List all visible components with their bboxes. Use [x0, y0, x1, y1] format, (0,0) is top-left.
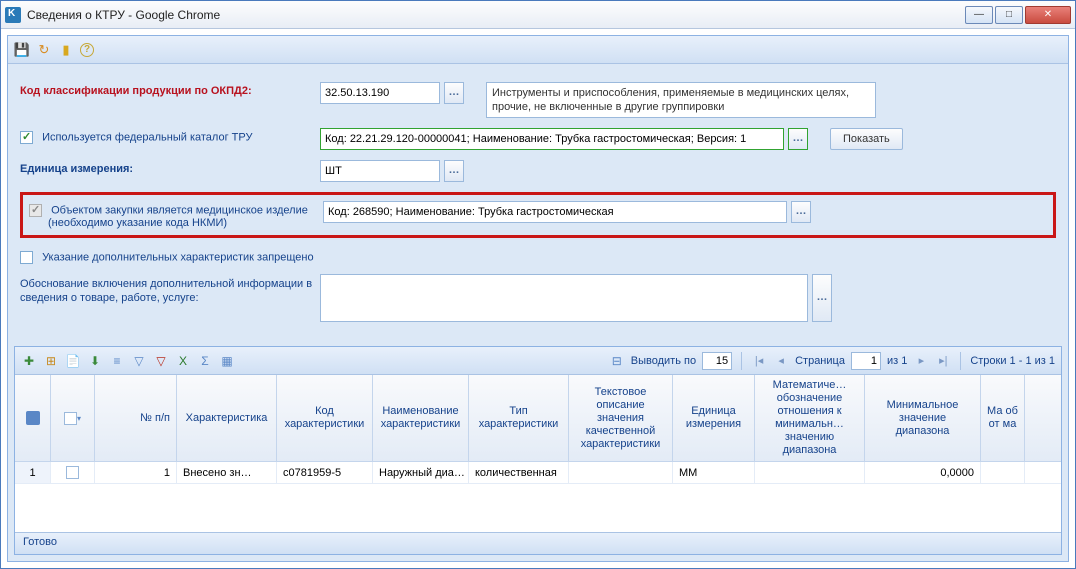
check-extra-forbidden[interactable] [20, 251, 33, 264]
grid-copy-icon[interactable]: 📄 [65, 353, 81, 369]
check-fed-catalog[interactable] [20, 131, 33, 144]
grid-excel-icon[interactable]: X [175, 353, 191, 369]
form-area: Код классификации продукции по ОКПД2: … … [8, 64, 1068, 340]
grid-structure-icon[interactable]: ⊞ [43, 353, 59, 369]
main-panel: 💾 ↻ ▮ ? Код классификации продукции по О… [7, 35, 1069, 562]
pager-of-label: из 1 [887, 355, 907, 367]
cell-char: Внесено зн… [177, 462, 277, 483]
pick-fed-catalog[interactable]: … [788, 128, 808, 150]
col-header-min[interactable]: Минимальное значение диапазона [865, 375, 981, 461]
col-header-max[interactable]: Ма об от ма [981, 375, 1025, 461]
output-per-label: Выводить по [631, 355, 696, 367]
check-medical-device [29, 204, 42, 217]
cell-code: c0781959-5 [277, 462, 373, 483]
grid-body: 1 1 Внесено зн… c0781959-5 Наружный диа…… [15, 462, 1061, 484]
grid-tree-icon[interactable]: ⊟ [609, 353, 625, 369]
pager-page-input[interactable] [851, 352, 881, 370]
label-extra-forbidden: Указание дополнительных характеристик за… [20, 248, 314, 264]
window-title: Сведения о КТРУ - Google Chrome [27, 8, 965, 22]
grid-list-icon[interactable]: ≡ [109, 353, 125, 369]
col-header-char[interactable]: Характеристика [177, 375, 277, 461]
cell-math [755, 462, 865, 483]
window: Сведения о КТРУ - Google Chrome — □ ✕ 💾 … [0, 0, 1076, 569]
input-unit[interactable] [320, 160, 440, 182]
pick-medical-device[interactable]: … [791, 201, 811, 223]
cell-check[interactable] [51, 462, 95, 483]
grid-add-icon[interactable]: ✚ [21, 353, 37, 369]
okpd2-description: Инструменты и приспособления, применяемы… [486, 82, 876, 118]
label-okpd2: Код классификации продукции по ОКПД2: [20, 82, 320, 97]
col-header-math[interactable]: Математиче… обозначение отношения к мини… [755, 375, 865, 461]
app-icon [5, 7, 21, 23]
pager-first[interactable]: |◂ [751, 353, 767, 369]
row-okpd2: Код классификации продукции по ОКПД2: … … [20, 82, 1056, 118]
col-header-marker[interactable] [15, 375, 51, 461]
label-med-line1: Объектом закупки является медицинское из… [51, 204, 308, 216]
show-button[interactable]: Показать [830, 128, 903, 150]
characteristics-grid: ✚ ⊞ 📄 ⬇ ≡ ▽ ▽ X Σ ▦ ⊟ Выводить по |◂ ◂ С… [14, 346, 1062, 555]
refresh-icon[interactable]: ↻ [36, 42, 52, 58]
cell-idx: 1 [15, 462, 51, 483]
table-row[interactable]: 1 1 Внесено зн… c0781959-5 Наружный диа…… [15, 462, 1061, 484]
col-header-name[interactable]: Наименование характеристики [373, 375, 469, 461]
grid-sum-icon[interactable]: Σ [197, 353, 213, 369]
input-medical-device[interactable] [323, 201, 787, 223]
grid-header: ▾ № п/п Характеристика Код характеристик… [15, 375, 1061, 462]
row-justification: Обоснование включения дополнительной инф… [20, 274, 1056, 322]
cell-max [981, 462, 1025, 483]
pager-prev[interactable]: ◂ [773, 353, 789, 369]
label-fed-catalog: Используется федеральный каталог ТРУ [20, 128, 320, 144]
input-fed-catalog[interactable] [320, 128, 784, 150]
cell-name: Наружный диа… [373, 462, 469, 483]
pick-okpd2[interactable]: … [444, 82, 464, 104]
row-extra-forbidden: Указание дополнительных характеристик за… [20, 248, 1056, 264]
col-header-desc[interactable]: Текстовое описание значения качественной… [569, 375, 673, 461]
grid-filter-icon[interactable]: ▽ [131, 353, 147, 369]
help-icon[interactable]: ? [80, 43, 94, 57]
pager-last[interactable]: ▸| [935, 353, 951, 369]
close-button[interactable]: ✕ [1025, 6, 1071, 24]
pager-next[interactable]: ▸ [913, 353, 929, 369]
cell-num: 1 [95, 462, 177, 483]
col-header-unit[interactable]: Единица измерения [673, 375, 755, 461]
minimize-button[interactable]: — [965, 6, 993, 24]
output-per-input[interactable] [702, 352, 732, 370]
label-med-line2: (необходимо указание кода НКМИ) [48, 217, 227, 229]
medical-device-frame: Объектом закупки является медицинское из… [20, 192, 1056, 238]
main-toolbar: 💾 ↻ ▮ ? [8, 36, 1068, 64]
pager-rows-text: Строки 1 - 1 из 1 [970, 355, 1055, 367]
grid-remove-filter-icon[interactable]: ▽ [153, 353, 169, 369]
row-unit: Единица измерения: … [20, 160, 1056, 182]
label-fed-catalog-text: Используется федеральный каталог ТРУ [42, 131, 252, 143]
pick-justification[interactable]: … [812, 274, 832, 322]
save-icon[interactable]: 💾 [14, 42, 30, 58]
cell-unit: ММ [673, 462, 755, 483]
pager-page-label: Страница [795, 355, 845, 367]
row-fed-catalog: Используется федеральный каталог ТРУ … П… [20, 128, 1056, 150]
key-icon[interactable]: ▮ [58, 42, 74, 58]
label-unit: Единица измерения: [20, 160, 320, 175]
grid-settings-icon[interactable]: ▦ [219, 353, 235, 369]
textarea-justification[interactable] [320, 274, 808, 322]
pick-unit[interactable]: … [444, 160, 464, 182]
titlebar: Сведения о КТРУ - Google Chrome — □ ✕ [1, 1, 1075, 29]
col-header-checkbox[interactable]: ▾ [51, 375, 95, 461]
cell-min: 0,0000 [865, 462, 981, 483]
col-header-num[interactable]: № п/п [95, 375, 177, 461]
input-okpd2[interactable] [320, 82, 440, 104]
maximize-button[interactable]: □ [995, 6, 1023, 24]
grid-download-icon[interactable]: ⬇ [87, 353, 103, 369]
label-medical-device: Объектом закупки является медицинское из… [29, 201, 323, 229]
cell-desc [569, 462, 673, 483]
grid-toolbar: ✚ ⊞ 📄 ⬇ ≡ ▽ ▽ X Σ ▦ ⊟ Выводить по |◂ ◂ С… [15, 347, 1061, 375]
label-extra-forbidden-text: Указание дополнительных характеристик за… [42, 251, 314, 263]
window-controls: — □ ✕ [965, 6, 1071, 24]
status-bar: Готово [15, 532, 1061, 554]
col-header-code[interactable]: Код характеристики [277, 375, 373, 461]
cell-type: количественная [469, 462, 569, 483]
col-header-type[interactable]: Тип характеристики [469, 375, 569, 461]
label-justification: Обоснование включения дополнительной инф… [20, 274, 320, 305]
